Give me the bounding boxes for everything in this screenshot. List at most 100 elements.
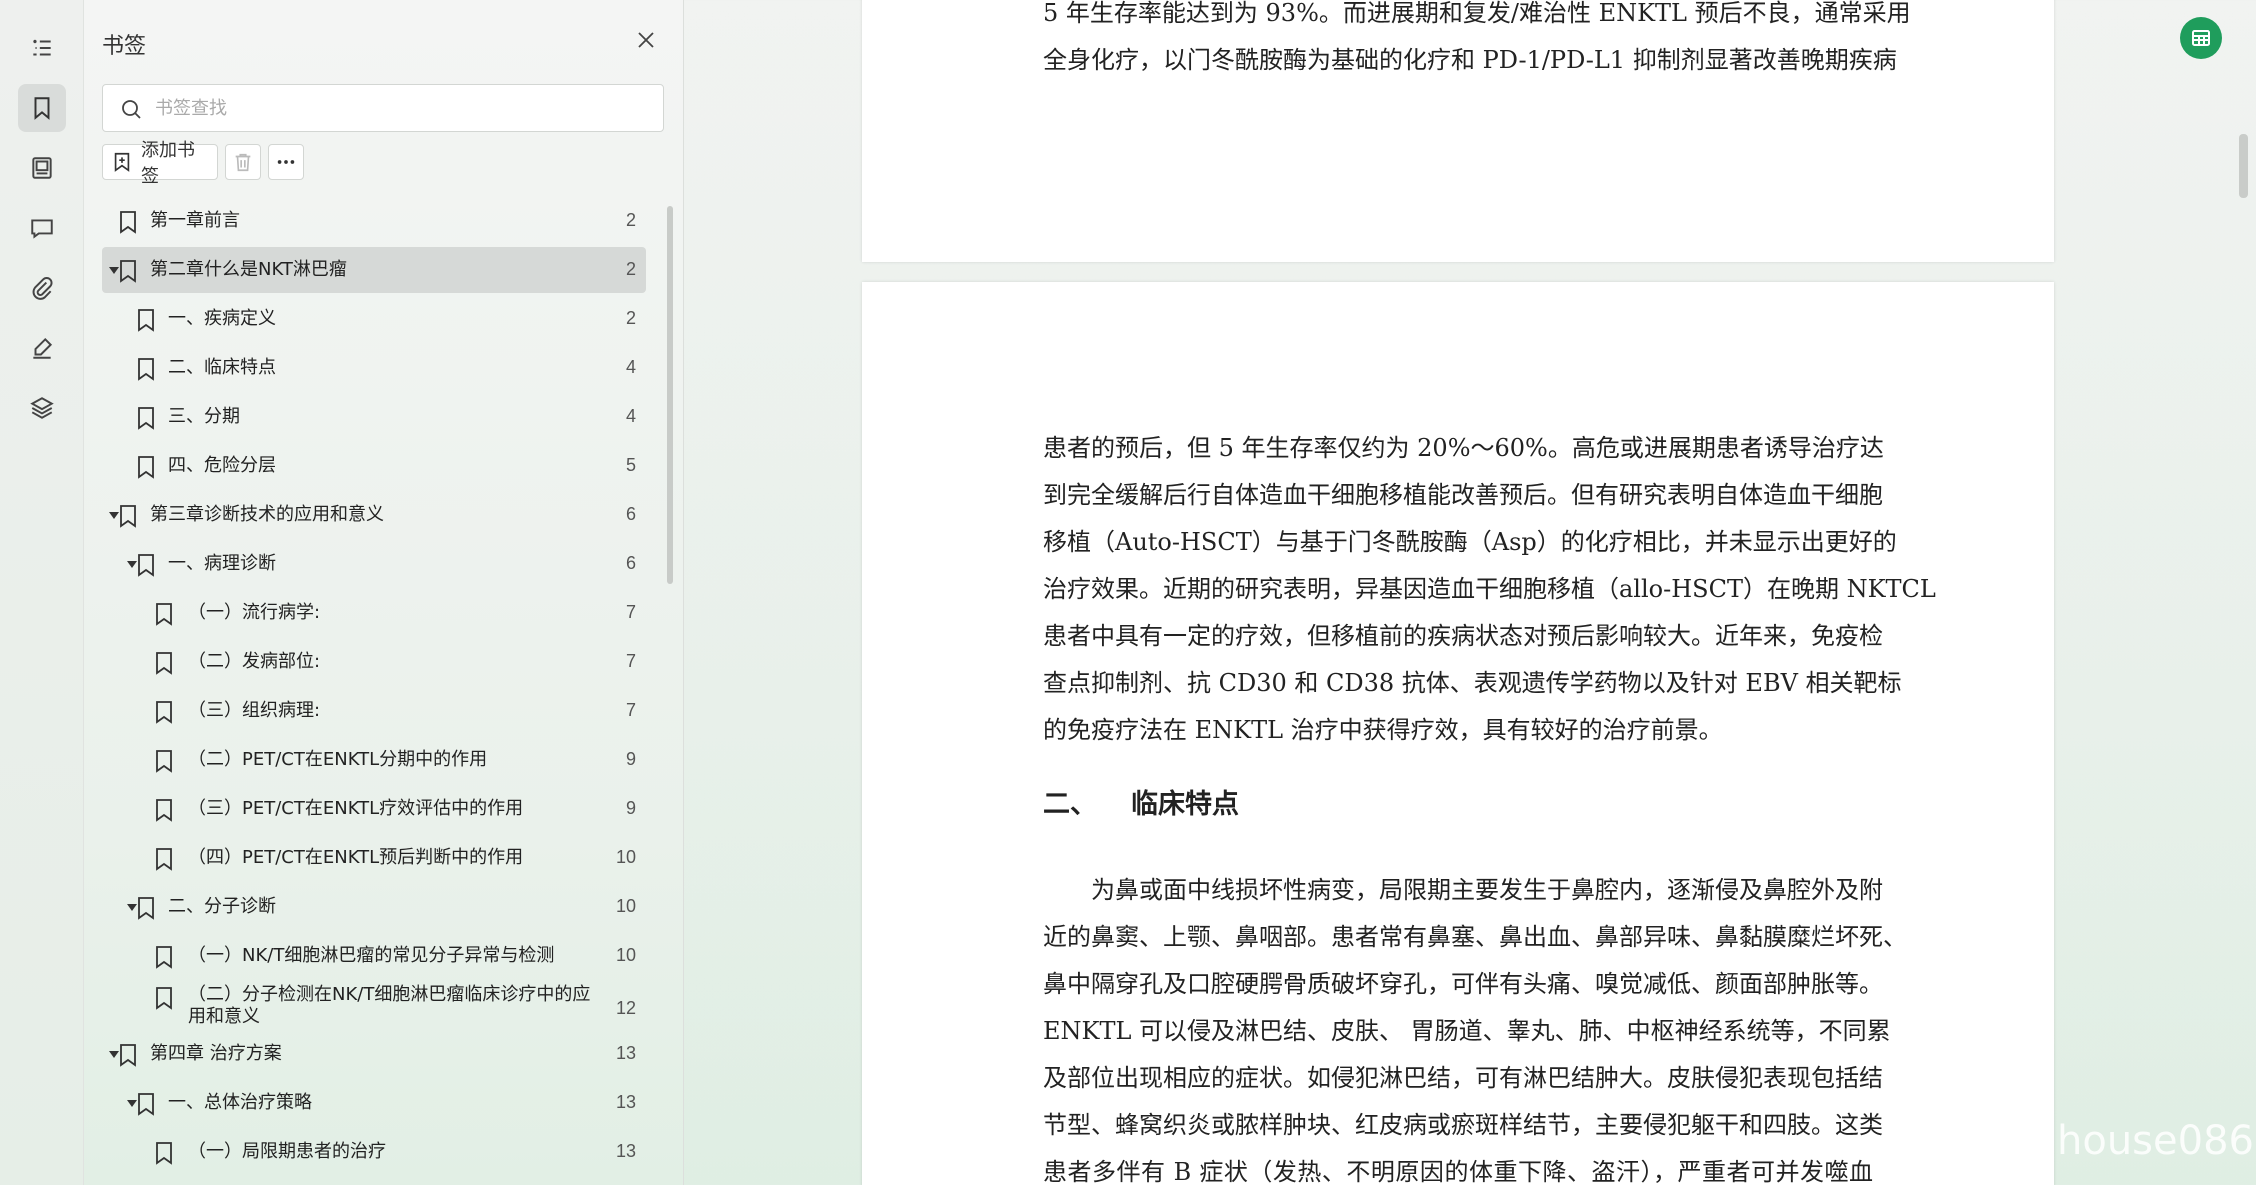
bookmark-label: （一）局限期患者的治疗 — [188, 1141, 386, 1162]
bookmark-item[interactable]: 二、分子诊断 10 — [102, 884, 646, 930]
image-icon — [32, 157, 52, 179]
bookmark-item[interactable]: （一）NK/T细胞淋巴瘤的常见分子异常与检测 10 — [102, 933, 646, 979]
bookmark-label: （四）PET/CT在ENKTL预后判断中的作用 — [188, 847, 524, 868]
thumbnail-button[interactable] — [18, 144, 66, 192]
document-page: 5 年生存率能达到为 93%。而进展期和复发/难治性 ENKTL 预后不良，通常… — [862, 0, 2054, 262]
delete-bookmark-button[interactable] — [225, 144, 261, 180]
layers-button[interactable] — [18, 384, 66, 432]
bookmark-item[interactable]: 一、病理诊断 6 — [102, 541, 646, 587]
text-line: 查点抑制剂、抗 CD30 和 CD38 抗体、表观遗传学药物以及针对 EBV 相… — [1043, 669, 1902, 697]
bookmark-label: 二、分子诊断 — [168, 896, 276, 917]
bookmark-item[interactable]: （四）PET/CT在ENKTL预后判断中的作用 10 — [102, 835, 646, 881]
bookmark-icon — [156, 987, 172, 1010]
bookmark-page-number: 4 — [625, 357, 636, 377]
bookmark-icon — [156, 946, 172, 969]
bookmark-page-number: 10 — [615, 896, 636, 916]
bookmark-item[interactable]: （三）组织病理: 7 — [102, 688, 646, 734]
bookmark-label: 三、分期 — [168, 406, 240, 427]
trash-icon — [235, 153, 251, 172]
text-line: 为鼻或面中线损坏性病变，局限期主要发生于鼻腔内，逐渐侵及鼻腔外及附 — [1043, 876, 1883, 904]
text-line: 5 年生存率能达到为 93%。而进展期和复发/难治性 ENKTL 预后不良，通常… — [1043, 0, 1911, 27]
bookmark-page-number: 7 — [625, 700, 636, 720]
bookmark-page-number: 5 — [625, 455, 636, 475]
bookmark-item[interactable]: 第二章什么是NKT淋巴瘤 2 — [102, 247, 646, 293]
bookmark-icon — [138, 407, 154, 430]
page1-paragraph: 5 年生存率能达到为 93%。而进展期和复发/难治性 ENKTL 预后不良，通常… — [1043, 0, 1911, 84]
bookmark-item[interactable]: 一、总体治疗策略 13 — [102, 1080, 646, 1126]
layers-icon — [30, 397, 54, 419]
bookmark-item[interactable]: （二）PET/CT在ENKTL分期中的作用 9 — [102, 737, 646, 783]
section-heading: 二、 临床特点 — [1043, 782, 1239, 821]
bookmark-page-number: 6 — [625, 504, 636, 524]
bookmark-tab-button[interactable] — [18, 84, 66, 132]
bookmark-item[interactable]: （一）流行病学: 7 — [102, 590, 646, 636]
text-line: 到完全缓解后行自体造血干细胞移植能改善预后。但有研究表明自体造血干细胞 — [1043, 481, 1883, 509]
signature-button[interactable] — [18, 324, 66, 372]
comment-button[interactable] — [18, 204, 66, 252]
bookmark-page-number: 2 — [625, 259, 636, 279]
document-view: 5 年生存率能达到为 93%。而进展期和复发/难治性 ENKTL 预后不良，通常… — [685, 0, 2256, 1185]
text-line: 患者多伴有 B 症状（发热、不明原因的体重下降、盗汗），严重者可并发噬血 — [1043, 1158, 1873, 1185]
text-line: ENKTL 可以侵及淋巴结、皮肤、 胃肠道、睾丸、肺、中枢神经系统等，不同累 — [1043, 1017, 1891, 1045]
text-line: 治疗效果。近期的研究表明，异基因造血干细胞移植（allo-HSCT）在晚期 NK… — [1043, 575, 1936, 603]
bookmark-item[interactable]: （一）局限期患者的治疗 13 — [102, 1129, 646, 1175]
bookmark-item[interactable]: 第一章前言 2 — [102, 198, 646, 244]
toc-button[interactable] — [18, 24, 66, 72]
text-line: 及部位出现相应的症状。如侵犯淋巴结，可有淋巴结肿大。皮肤侵犯表现包括结 — [1043, 1064, 1883, 1092]
bookmark-panel: 书签 添加书签 第一章前言 2 第二章什么是NKT淋巴瘤 2 一、疾病定义 2 二、临床特点… — [84, 0, 684, 1185]
heading-number: 二、 — [1043, 789, 1097, 820]
add-bookmark-icon — [114, 152, 130, 172]
text-line: 近的鼻窦、上颚、鼻咽部。患者常有鼻塞、鼻出血、鼻部异味、鼻黏膜糜烂坏死、 — [1043, 923, 1907, 951]
close-icon[interactable] — [634, 28, 658, 52]
bookmark-label: （三）组织病理: — [188, 700, 321, 721]
bookmark-item[interactable]: （二）发病部位: 7 — [102, 639, 646, 685]
add-bookmark-button[interactable]: 添加书签 — [102, 140, 218, 187]
bookmark-label: 一、总体治疗策略 — [168, 1092, 312, 1113]
signature-pen-icon — [33, 337, 53, 359]
bookmark-page-number: 12 — [615, 998, 636, 1018]
text-line: 节型、蜂窝织炎或脓样肿块、红皮病或瘀斑样结节，主要侵犯躯干和四肢。这类 — [1043, 1111, 1883, 1139]
bookmark-item[interactable]: 二、临床特点 4 — [102, 345, 646, 391]
bookmark-page-number: 10 — [615, 847, 636, 867]
bookmark-label: 第三章诊断技术的应用和意义 — [150, 504, 384, 525]
toc-list-icon — [33, 39, 51, 56]
bookmark-label: （二）PET/CT在ENKTL分期中的作用 — [188, 749, 488, 770]
bookmark-icon — [138, 309, 154, 332]
more-options-button[interactable] — [268, 144, 304, 180]
bookmark-item[interactable]: （三）PET/CT在ENKTL疗效评估中的作用 9 — [102, 786, 646, 832]
bookmark-page-number: 13 — [615, 1043, 636, 1063]
bookmark-label: （一）流行病学: — [188, 602, 321, 623]
bookmark-label: （一）NK/T细胞淋巴瘤的常见分子异常与检测 — [188, 945, 555, 966]
watermark-text: house086 — [2057, 1118, 2254, 1164]
bookmark-icon — [138, 456, 154, 479]
bookmark-page-number: 4 — [625, 406, 636, 426]
left-icon-rail — [0, 0, 84, 1185]
bookmark-item[interactable]: 一、疾病定义 2 — [102, 296, 646, 342]
paragraph-prognosis: 患者的预后，但 5 年生存率仅约为 20%～60%。高危或进展期患者诱导治疗达到… — [1043, 425, 1936, 754]
bookmark-item[interactable]: （二）分子检测在NK/T细胞淋巴瘤临床诊疗中的应用和意义 12 — [102, 982, 646, 1038]
bookmark-label: 第二章什么是NKT淋巴瘤 — [150, 259, 347, 280]
bookmark-icon — [156, 603, 172, 626]
bookmark-page-number: 2 — [625, 210, 636, 230]
panel-scrollbar[interactable] — [667, 206, 673, 584]
document-scrollbar[interactable] — [2239, 134, 2248, 198]
bookmark-page-number: 2 — [625, 308, 636, 328]
text-line: 鼻中隔穿孔及口腔硬腭骨质破坏穿孔，可伴有头痛、嗅觉减低、颜面部肿胀等。 — [1043, 970, 1883, 998]
search-input[interactable] — [155, 93, 645, 123]
app-grid-button[interactable] — [2180, 17, 2222, 59]
bookmark-icon — [120, 260, 136, 283]
bookmark-item[interactable]: 第三章诊断技术的应用和意义 6 — [102, 492, 646, 538]
bookmark-item[interactable]: 第四章 治疗方案 13 — [102, 1031, 646, 1077]
bookmark-page-number: 6 — [625, 553, 636, 573]
bookmark-tree: 第一章前言 2 第二章什么是NKT淋巴瘤 2 一、疾病定义 2 二、临床特点 4 三、分期 4 四、… — [84, 198, 674, 1185]
bookmark-label: （二）发病部位: — [188, 651, 321, 672]
bookmark-icon — [156, 1142, 172, 1165]
bookmark-icon — [156, 652, 172, 675]
attachment-button[interactable] — [18, 264, 66, 312]
bookmark-item[interactable]: 四、危险分层 5 — [102, 443, 646, 489]
bookmark-icon — [138, 554, 154, 577]
text-line: 的免疫疗法在 ENKTL 治疗中获得疗效，具有较好的治疗前景。 — [1043, 716, 1723, 744]
text-line: 全身化疗，以门冬酰胺酶为基础的化疗和 PD-1/PD-L1 抑制剂显著改善晚期疾… — [1043, 46, 1897, 74]
bookmark-icon — [156, 750, 172, 773]
bookmark-item[interactable]: 三、分期 4 — [102, 394, 646, 440]
